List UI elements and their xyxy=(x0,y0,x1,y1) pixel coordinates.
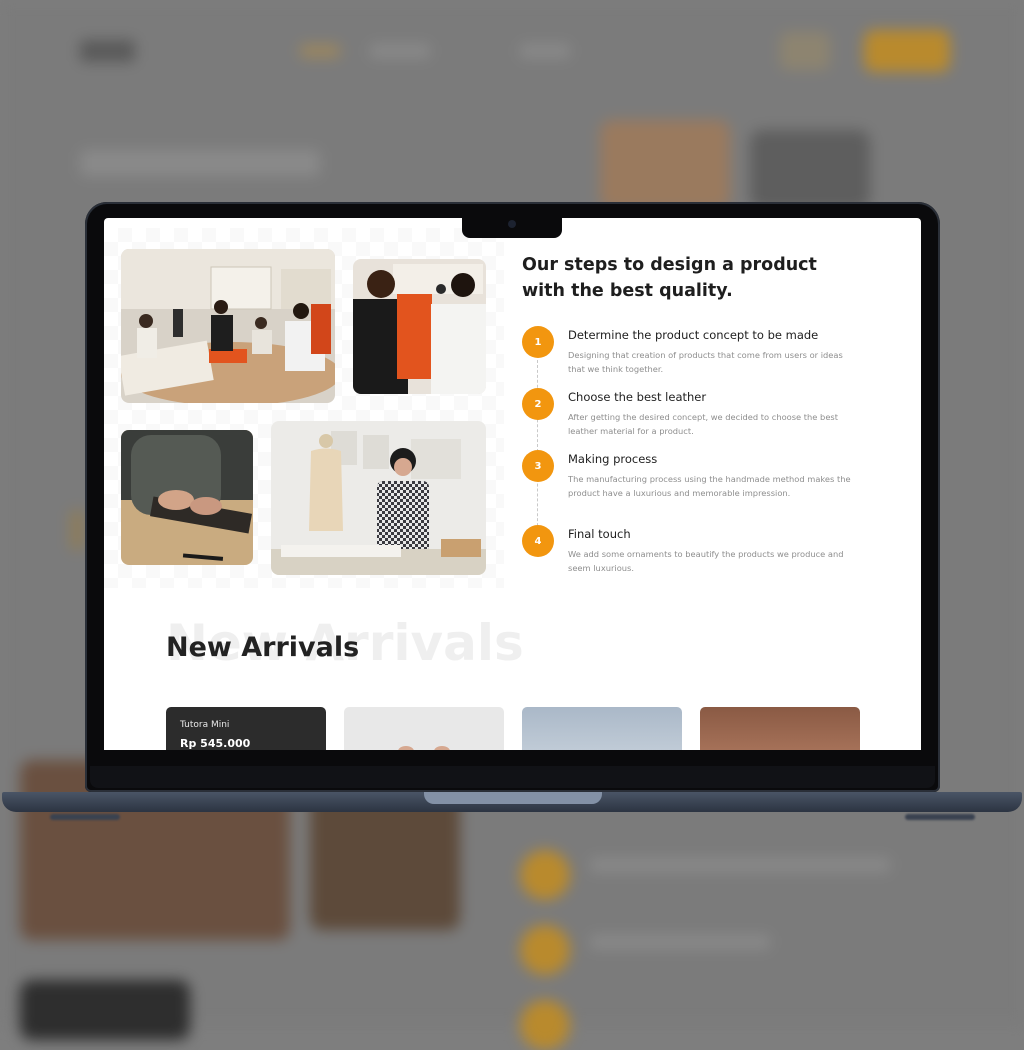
background-photo xyxy=(600,120,730,210)
background-heading xyxy=(80,150,320,176)
background-logo xyxy=(80,40,135,62)
laptop-trackpad-notch xyxy=(424,792,602,804)
steps-heading: Our steps to design a product with the b… xyxy=(522,255,817,301)
team-meeting-photo xyxy=(121,249,335,403)
background-photo xyxy=(750,130,870,210)
camera-icon xyxy=(508,220,516,228)
background-text-line xyxy=(590,858,890,872)
step-description: Designing that creation of products that… xyxy=(568,350,843,374)
background-step-circle xyxy=(520,925,570,975)
product-price: Rp 545.000 xyxy=(180,737,251,750)
step-title: Determine the product concept to be made xyxy=(568,328,819,342)
background-step-circle xyxy=(520,1000,570,1050)
step-title: Final touch xyxy=(568,527,631,541)
background-accent xyxy=(70,510,84,550)
laptop-foot xyxy=(50,814,120,820)
background-button xyxy=(780,32,830,70)
background-card xyxy=(20,980,190,1040)
background-accent-button xyxy=(864,30,950,72)
background-nav-item xyxy=(370,44,430,58)
designer-studio-photo xyxy=(271,421,486,575)
product-card[interactable]: Tutora Mini Rp 545.000 xyxy=(166,707,326,750)
step-number-badge: 3 xyxy=(522,450,554,482)
fitting-mannequin-photo xyxy=(353,259,486,394)
step-description: The manufacturing process using the hand… xyxy=(568,474,851,498)
step-number-badge: 1 xyxy=(522,326,554,358)
step-description: We add some ornaments to beautify the pr… xyxy=(568,549,844,573)
product-image xyxy=(398,746,450,750)
background-nav-item xyxy=(520,44,570,58)
step-title: Choose the best leather xyxy=(568,390,707,404)
step-number-badge: 2 xyxy=(522,388,554,420)
background-step-circle xyxy=(520,850,570,900)
background-text-line xyxy=(590,935,770,949)
new-arrivals-heading: New Arrivals xyxy=(166,632,360,663)
leather-cutting-photo xyxy=(121,430,253,565)
step-number-badge: 4 xyxy=(522,525,554,557)
steps-connector-line xyxy=(537,360,538,536)
background-nav-item xyxy=(300,44,340,58)
step-description: After getting the desired concept, we de… xyxy=(568,412,838,436)
laptop-screen: Our steps to design a product with the b… xyxy=(104,218,921,750)
product-card[interactable] xyxy=(700,707,860,750)
laptop-foot xyxy=(905,814,975,820)
product-name: Tutora Mini xyxy=(180,720,230,730)
step-title: Making process xyxy=(568,452,658,466)
product-card[interactable] xyxy=(344,707,504,750)
laptop-bottom-bezel xyxy=(90,766,935,788)
product-card[interactable] xyxy=(522,707,682,750)
